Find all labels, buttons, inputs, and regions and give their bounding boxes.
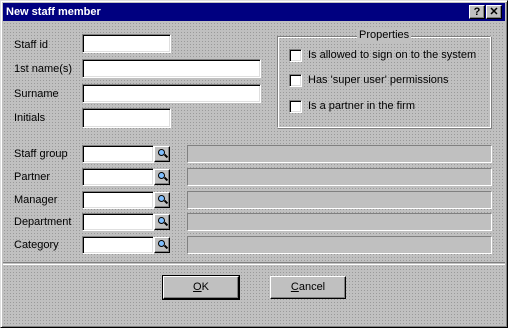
cancel-button[interactable]: Cancel — [270, 276, 346, 299]
surname-label: Surname — [14, 88, 59, 100]
ok-mnemonic: O — [193, 281, 202, 293]
initials-label: Initials — [14, 112, 46, 124]
partner-in-firm-checkbox[interactable] — [289, 100, 302, 113]
staff-group-input[interactable] — [82, 145, 154, 163]
help-icon: ? — [473, 6, 481, 18]
sign-on-label[interactable]: Is allowed to sign on to the system — [308, 49, 476, 61]
partner-description — [187, 168, 492, 186]
title-bar: New staff member ? ✕ — [3, 3, 505, 21]
staff-id-input[interactable] — [82, 34, 171, 53]
partner-in-firm-label[interactable]: Is a partner in the firm — [308, 100, 415, 112]
super-user-checkbox[interactable] — [289, 74, 302, 87]
close-button[interactable]: ✕ — [486, 5, 502, 19]
manager-input[interactable] — [82, 191, 154, 209]
category-label: Category — [14, 239, 59, 251]
department-input[interactable] — [82, 213, 154, 231]
cancel-label: ancel — [298, 281, 326, 293]
category-lookup-button[interactable] — [154, 237, 170, 253]
ok-label: K — [201, 281, 209, 293]
staff-group-description — [187, 145, 492, 163]
staff-group-label: Staff group — [14, 148, 68, 160]
help-button[interactable]: ? — [469, 5, 485, 19]
manager-label: Manager — [14, 194, 58, 206]
first-names-input[interactable] — [82, 59, 261, 78]
initials-input[interactable] — [82, 108, 171, 128]
dialog-title: New staff member — [6, 6, 101, 18]
partner-input[interactable] — [82, 168, 154, 186]
new-staff-member-dialog: New staff member ? ✕ Staff id 1st name(s… — [0, 0, 508, 328]
button-panel — [3, 265, 505, 325]
manager-lookup-button[interactable] — [154, 192, 170, 208]
ok-button[interactable]: OK — [162, 275, 240, 300]
department-label: Department — [14, 216, 72, 228]
surname-input[interactable] — [82, 84, 261, 103]
department-description — [187, 213, 492, 231]
close-icon: ✕ — [489, 6, 499, 18]
category-input[interactable] — [82, 236, 154, 254]
staff-id-label: Staff id — [14, 39, 49, 51]
manager-description — [187, 191, 492, 209]
partner-label: Partner — [14, 171, 51, 183]
department-lookup-button[interactable] — [154, 214, 170, 230]
sign-on-checkbox[interactable] — [289, 49, 302, 62]
super-user-label[interactable]: Has 'super user' permissions — [308, 74, 449, 86]
first-names-label: 1st name(s) — [14, 63, 73, 75]
cancel-mnemonic: C — [290, 281, 299, 293]
category-description — [187, 236, 492, 254]
staff-group-lookup-button[interactable] — [154, 146, 170, 162]
properties-title: Properties — [357, 29, 412, 42]
partner-lookup-button[interactable] — [154, 169, 170, 185]
